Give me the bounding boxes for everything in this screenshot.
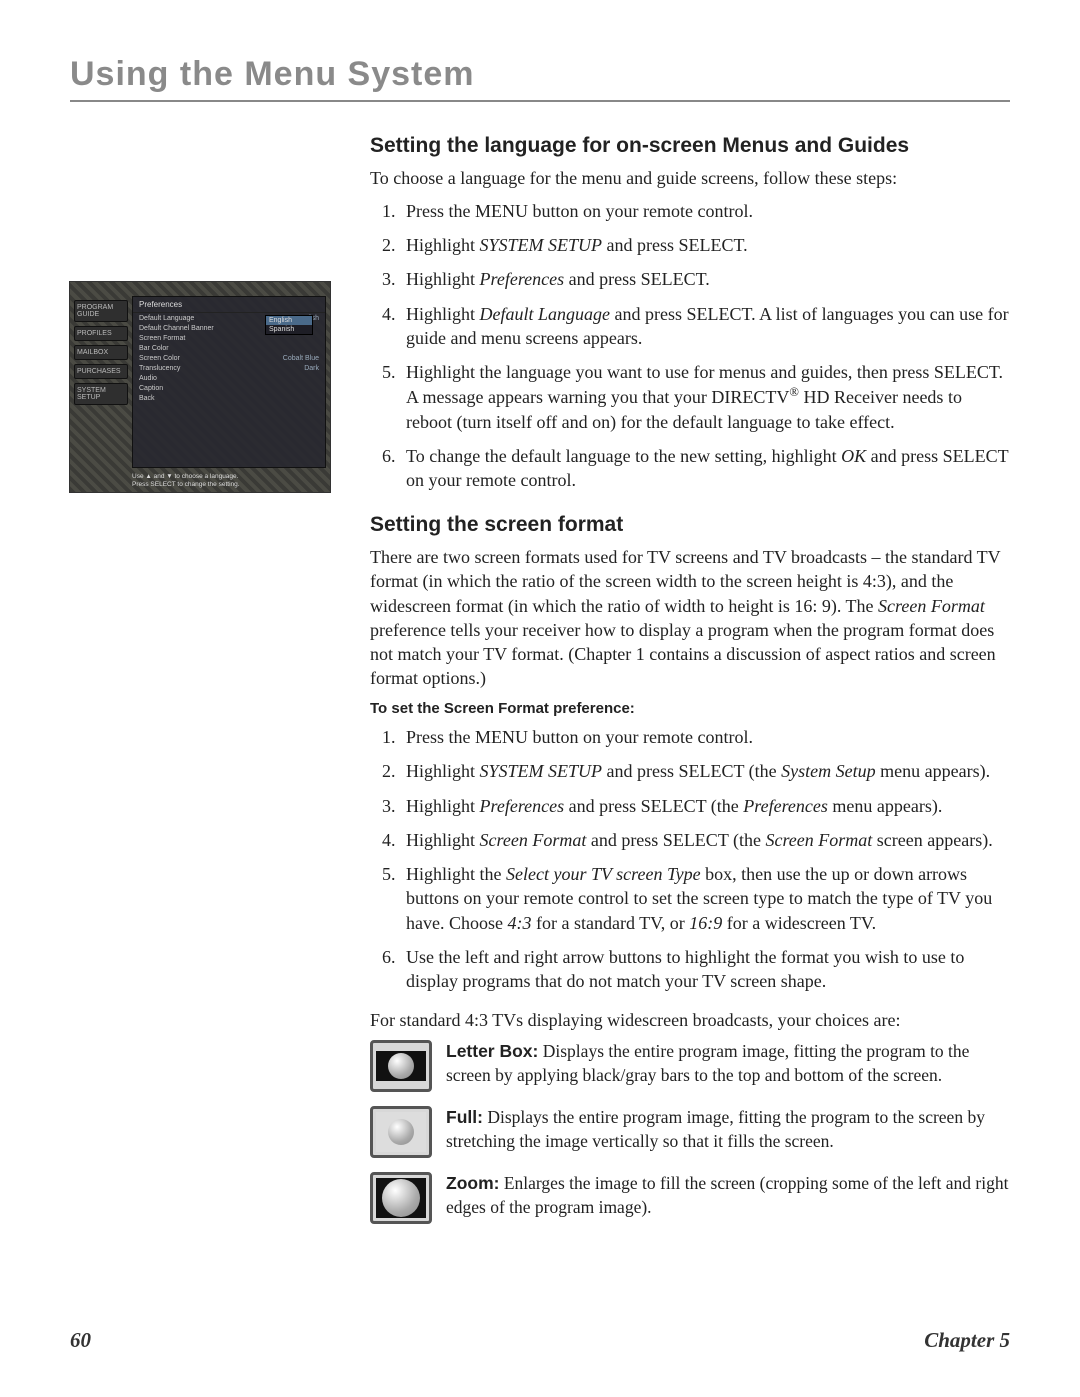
page-header-title: Using the Menu System — [70, 55, 1010, 94]
ss-tab-purchases: PURCHASES — [74, 364, 128, 379]
ss-language-dropdown: English Spanish — [265, 315, 313, 335]
letterbox-icon — [370, 1040, 432, 1092]
list-item: Highlight Default Language and press SEL… — [400, 302, 1010, 351]
ss-row-label: Bar Color — [139, 345, 169, 352]
choices-intro: For standard 4:3 TVs displaying widescre… — [370, 1008, 1010, 1032]
ss-tab-mailbox: MAILBOX — [74, 345, 128, 360]
ss-row-label: Screen Color — [139, 355, 180, 362]
zoom-icon — [370, 1172, 432, 1224]
ss-row-label: Default Language — [139, 315, 194, 322]
section1-steps: Press the MENU button on your remote con… — [370, 199, 1010, 493]
ss-row-label: Back — [139, 395, 155, 402]
section2-intro: There are two screen formats used for TV… — [370, 545, 1010, 691]
ss-hint-line1: Use ▲ and ▼ to choose a language. — [132, 473, 324, 480]
format-desc: Displays the entire program image, fitti… — [446, 1107, 985, 1151]
ss-tab-profiles: PROFILES — [74, 326, 128, 341]
list-item: Highlight Preferences and press SELECT (… — [400, 794, 1010, 818]
ss-row-value: Dark — [304, 365, 319, 372]
screenshot-panel: Preferences Default Language English Defa… — [132, 296, 326, 468]
section2-heading: Setting the screen format — [370, 511, 1010, 539]
ss-opt-spanish: Spanish — [266, 325, 312, 334]
list-item: Press the MENU button on your remote con… — [400, 725, 1010, 749]
ss-row-label: Translucency — [139, 365, 180, 372]
section2-subhead: To set the Screen Format preference: — [370, 699, 1010, 719]
screenshot-sidebar: PROGRAM GUIDE PROFILES MAILBOX PURCHASES… — [74, 300, 128, 405]
list-item: Highlight the Select your TV screen Type… — [400, 862, 1010, 935]
format-label: Zoom: — [446, 1173, 499, 1193]
ss-row-label: Default Channel Banner — [139, 325, 214, 332]
ss-row-label: Screen Format — [139, 335, 185, 342]
ss-panel-title: Preferences — [133, 297, 325, 313]
format-row-letterbox: Letter Box: Displays the entire program … — [370, 1040, 1010, 1092]
format-desc: Enlarges the image to fill the screen (c… — [446, 1173, 1008, 1217]
list-item: Highlight SYSTEM SETUP and press SELECT … — [400, 759, 1010, 783]
list-item: Highlight Screen Format and press SELECT… — [400, 828, 1010, 852]
ss-row-value: Cobalt Blue — [283, 355, 319, 362]
page-number: 60 — [70, 1328, 91, 1353]
list-item: Highlight Preferences and press SELECT. — [400, 267, 1010, 291]
ss-hint-line2: Press SELECT to change the setting. — [132, 481, 324, 488]
list-item: Highlight the language you want to use f… — [400, 360, 1010, 434]
list-item: Press the MENU button on your remote con… — [400, 199, 1010, 223]
format-label: Full: — [446, 1107, 483, 1127]
list-item: Use the left and right arrow buttons to … — [400, 945, 1010, 994]
format-row-zoom: Zoom: Enlarges the image to fill the scr… — [370, 1172, 1010, 1224]
ss-hint: Use ▲ and ▼ to choose a language. Press … — [132, 473, 324, 488]
section2-steps: Press the MENU button on your remote con… — [370, 725, 1010, 994]
ss-tab-system-setup: SYSTEM SETUP — [74, 383, 128, 405]
ss-row-label: Caption — [139, 385, 163, 392]
ss-row-label: Audio — [139, 375, 157, 382]
full-icon — [370, 1106, 432, 1158]
preferences-screenshot: PROGRAM GUIDE PROFILES MAILBOX PURCHASES… — [70, 282, 330, 492]
chapter-label: Chapter 5 — [924, 1328, 1010, 1353]
section1-heading: Setting the language for on-screen Menus… — [370, 132, 1010, 160]
header-rule — [70, 100, 1010, 102]
list-item: Highlight SYSTEM SETUP and press SELECT. — [400, 233, 1010, 257]
format-row-full: Full: Displays the entire program image,… — [370, 1106, 1010, 1158]
ss-opt-english: English — [266, 316, 312, 325]
section1-intro: To choose a language for the menu and gu… — [370, 166, 1010, 190]
ss-tab-program-guide: PROGRAM GUIDE — [74, 300, 128, 322]
list-item: To change the default language to the ne… — [400, 444, 1010, 493]
format-label: Letter Box: — [446, 1041, 538, 1061]
